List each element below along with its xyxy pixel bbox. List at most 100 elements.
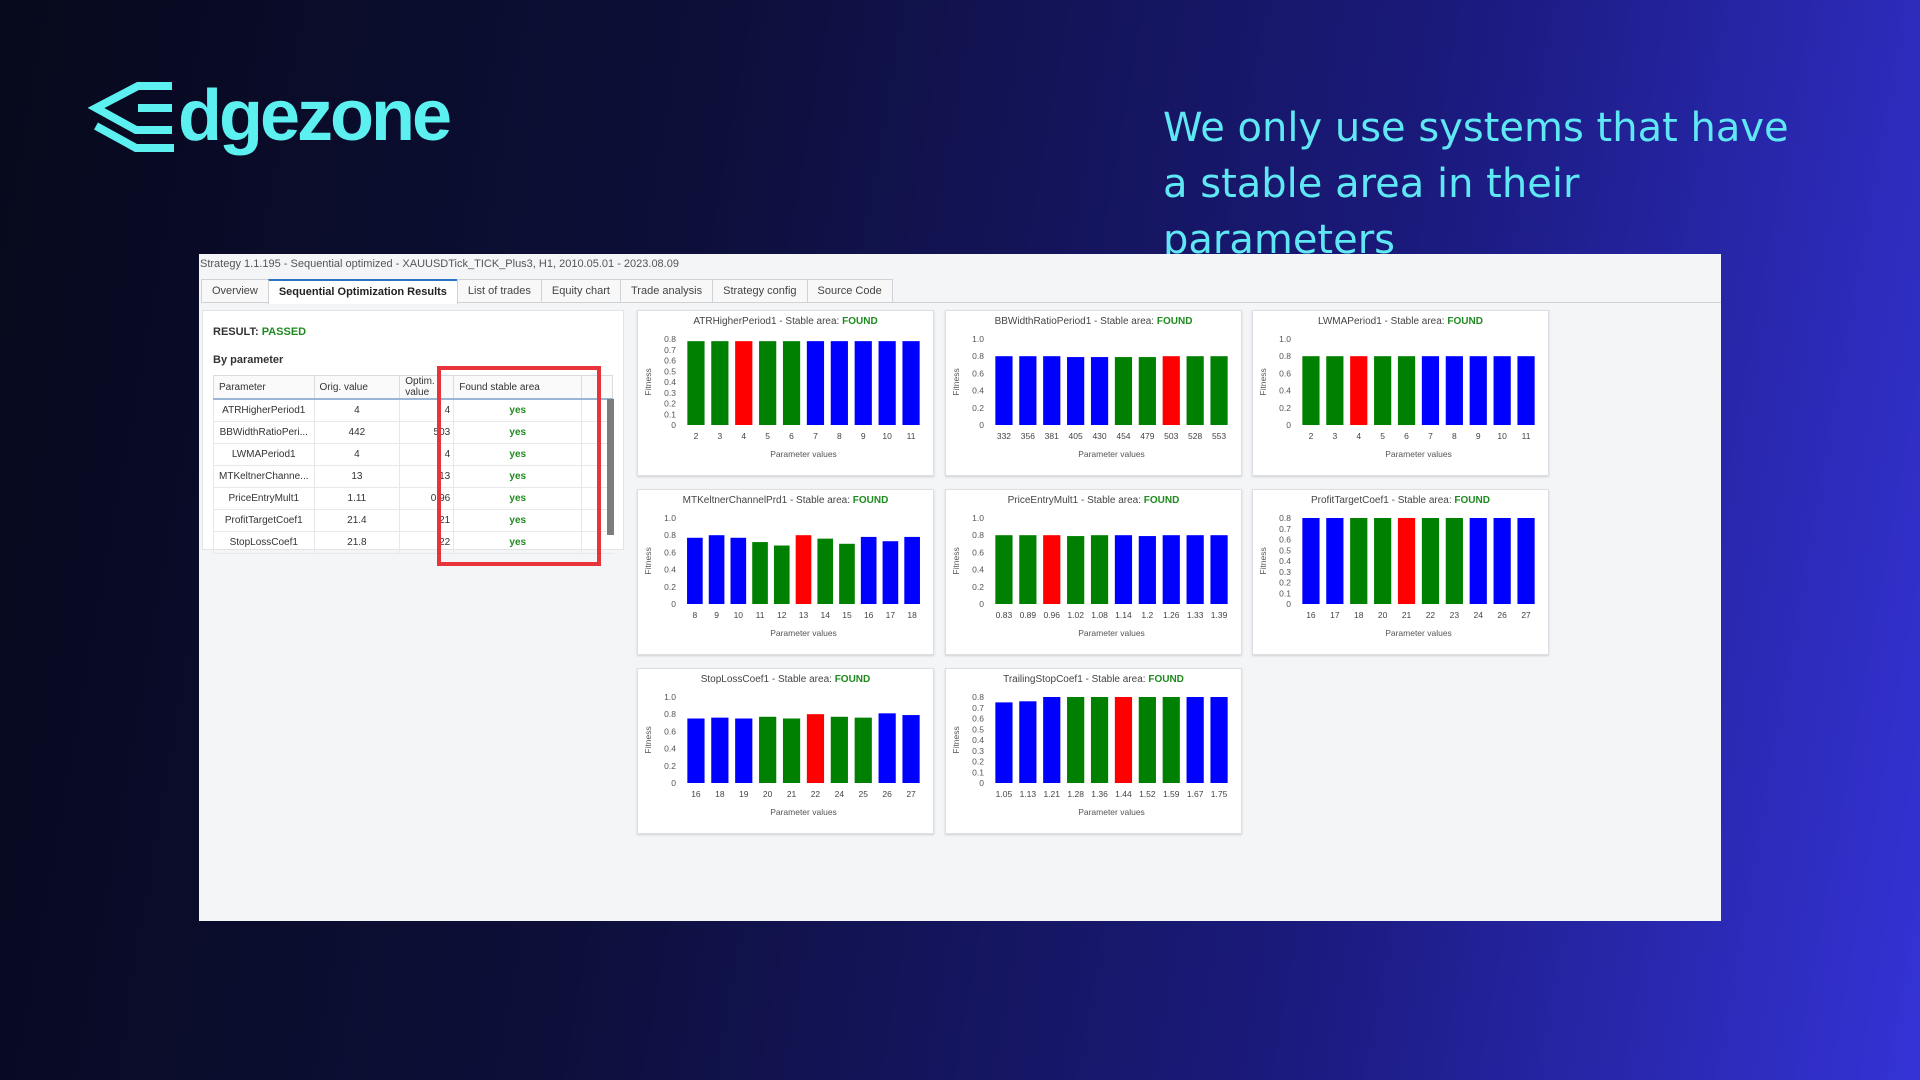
bar[interactable] <box>1374 518 1392 604</box>
tab-overview[interactable]: Overview <box>201 279 269 302</box>
tab-equity-chart[interactable]: Equity chart <box>540 279 621 302</box>
bar[interactable] <box>730 537 747 604</box>
bar[interactable] <box>1210 535 1228 604</box>
bar[interactable] <box>1067 697 1085 783</box>
bar[interactable] <box>904 536 920 604</box>
bar[interactable] <box>995 702 1013 783</box>
table-scrollbar[interactable] <box>607 399 614 535</box>
bar[interactable] <box>735 718 753 784</box>
tab-trade-analysis[interactable]: Trade analysis <box>620 279 714 302</box>
bar[interactable] <box>1397 518 1416 604</box>
bar[interactable] <box>1162 356 1180 425</box>
bar[interactable] <box>782 718 801 784</box>
bar[interactable] <box>1043 535 1061 604</box>
bar[interactable] <box>1350 356 1368 425</box>
bar[interactable] <box>854 717 872 783</box>
x-tick-label: 405 <box>1069 431 1083 441</box>
bar[interactable] <box>1493 518 1511 604</box>
bar[interactable] <box>1043 356 1061 425</box>
bar[interactable] <box>735 341 753 425</box>
col-parameter[interactable]: Parameter <box>213 375 315 400</box>
bar[interactable] <box>1469 356 1487 425</box>
tab-source-code[interactable]: Source Code <box>806 279 893 302</box>
bar[interactable] <box>995 356 1013 425</box>
bar[interactable] <box>902 715 920 783</box>
bar[interactable] <box>1114 697 1133 783</box>
bar[interactable] <box>711 341 729 425</box>
bar[interactable] <box>782 341 801 425</box>
x-tick-label: 11 <box>907 431 916 441</box>
bar[interactable] <box>1138 697 1156 783</box>
bar[interactable] <box>1162 697 1180 783</box>
bar[interactable] <box>839 543 855 604</box>
bar[interactable] <box>1162 535 1180 604</box>
bar[interactable] <box>1019 701 1037 783</box>
bar[interactable] <box>1302 356 1320 425</box>
bar[interactable] <box>1397 356 1416 425</box>
bar[interactable] <box>1186 535 1204 604</box>
bar[interactable] <box>687 537 703 604</box>
x-tick-label: 1.28 <box>1067 789 1084 799</box>
bar[interactable] <box>882 541 899 604</box>
bar[interactable] <box>902 341 920 425</box>
bar[interactable] <box>1445 518 1463 604</box>
bar[interactable] <box>1469 518 1487 604</box>
bar[interactable] <box>830 716 848 783</box>
bar[interactable] <box>878 713 896 783</box>
bar[interactable] <box>1138 536 1156 604</box>
bar[interactable] <box>759 341 777 425</box>
bar[interactable] <box>1517 518 1535 604</box>
bar[interactable] <box>1326 356 1344 425</box>
bar[interactable] <box>1445 356 1463 425</box>
bar[interactable] <box>1210 697 1228 783</box>
bar[interactable] <box>1210 356 1228 425</box>
bar[interactable] <box>708 535 725 604</box>
bar[interactable] <box>1067 536 1085 604</box>
bar[interactable] <box>1019 535 1037 604</box>
bar[interactable] <box>1326 518 1344 604</box>
bar[interactable] <box>1043 697 1061 783</box>
x-tick-label: 5 <box>765 431 770 441</box>
bar[interactable] <box>773 545 790 604</box>
bar[interactable] <box>687 341 705 425</box>
bar[interactable] <box>1090 357 1109 425</box>
bar[interactable] <box>1350 518 1368 604</box>
bar[interactable] <box>1493 356 1511 425</box>
x-axis-label: Parameter values <box>1385 449 1452 459</box>
tab-sequential-optimization-results[interactable]: Sequential Optimization Results <box>267 279 458 304</box>
bar[interactable] <box>830 341 848 425</box>
bar[interactable] <box>795 535 812 604</box>
x-tick-label: 1.44 <box>1115 789 1132 799</box>
bar[interactable] <box>860 536 877 604</box>
bar[interactable] <box>1090 535 1109 604</box>
bar[interactable] <box>1138 357 1156 425</box>
bar[interactable] <box>817 538 834 604</box>
bar[interactable] <box>878 341 896 425</box>
x-tick-label: 6 <box>1404 431 1409 441</box>
tab-list-of-trades[interactable]: List of trades <box>456 279 542 302</box>
bar[interactable] <box>1186 356 1204 425</box>
tab-strategy-config[interactable]: Strategy config <box>712 279 808 302</box>
bar[interactable] <box>1067 357 1085 425</box>
bar[interactable] <box>854 341 872 425</box>
bar[interactable] <box>806 341 825 425</box>
bar[interactable] <box>1019 356 1037 425</box>
y-tick-label: 0.4 <box>972 386 984 396</box>
col-orig-value[interactable]: Orig. value <box>313 375 401 400</box>
bar[interactable] <box>1114 357 1133 425</box>
bar[interactable] <box>759 716 777 783</box>
cell-parameter: ATRHigherPeriod1 <box>213 399 315 422</box>
bar[interactable] <box>1421 356 1440 425</box>
bar[interactable] <box>1517 356 1535 425</box>
bar[interactable] <box>1186 697 1204 783</box>
bar[interactable] <box>752 542 768 604</box>
bar[interactable] <box>1374 356 1392 425</box>
bar[interactable] <box>1302 518 1320 604</box>
bar[interactable] <box>1421 518 1440 604</box>
bar[interactable] <box>711 717 729 783</box>
bar[interactable] <box>1114 535 1133 604</box>
bar[interactable] <box>687 718 705 784</box>
bar[interactable] <box>806 714 825 783</box>
bar[interactable] <box>1090 697 1109 783</box>
bar[interactable] <box>995 535 1013 604</box>
